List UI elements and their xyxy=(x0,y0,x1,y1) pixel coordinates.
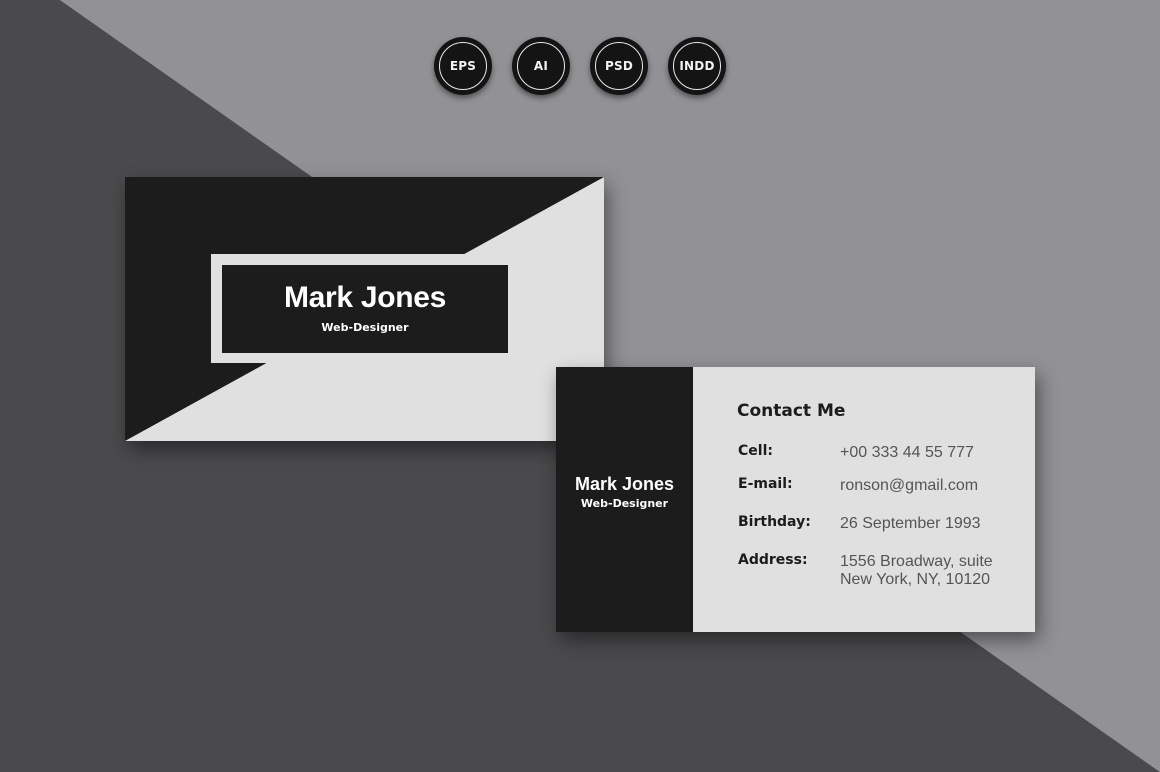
back-name: Mark Jones xyxy=(574,474,675,494)
format-label: EPS xyxy=(439,42,487,90)
format-badge-eps: EPS xyxy=(434,37,492,95)
contact-value-line2: New York, NY, 10120 xyxy=(840,571,991,588)
contact-value: 1556 Broadway, suite xyxy=(840,553,993,570)
format-badge-indd: INDD xyxy=(668,37,726,95)
back-role: Web-Designer xyxy=(580,497,669,510)
contact-label: Address: xyxy=(738,552,808,568)
front-role: Web-Designer xyxy=(321,321,409,334)
contact-heading: Contact Me xyxy=(737,401,846,421)
format-label: PSD xyxy=(595,42,643,90)
contact-label: Cell: xyxy=(738,443,773,459)
front-name: Mark Jones xyxy=(283,281,447,314)
back-name-panel: Mark Jones Web-Designer xyxy=(556,367,693,632)
front-name-box: Mark Jones Web-Designer xyxy=(221,264,509,354)
contact-label: Birthday: xyxy=(738,514,811,530)
format-badges: EPS AI PSD INDD xyxy=(434,37,726,95)
business-card-front: Mark Jones Web-Designer xyxy=(125,177,604,441)
business-card-back: Mark Jones Web-Designer Contact Me Cell:… xyxy=(556,367,1035,632)
format-label: AI xyxy=(517,42,565,90)
contact-label: E-mail: xyxy=(738,476,793,492)
contact-value: ronson@gmail.com xyxy=(840,477,979,494)
contact-value: 26 September 1993 xyxy=(840,515,981,532)
format-badge-psd: PSD xyxy=(590,37,648,95)
format-label: INDD xyxy=(673,42,721,90)
contact-value: +00 333 44 55 777 xyxy=(840,444,974,461)
format-badge-ai: AI xyxy=(512,37,570,95)
